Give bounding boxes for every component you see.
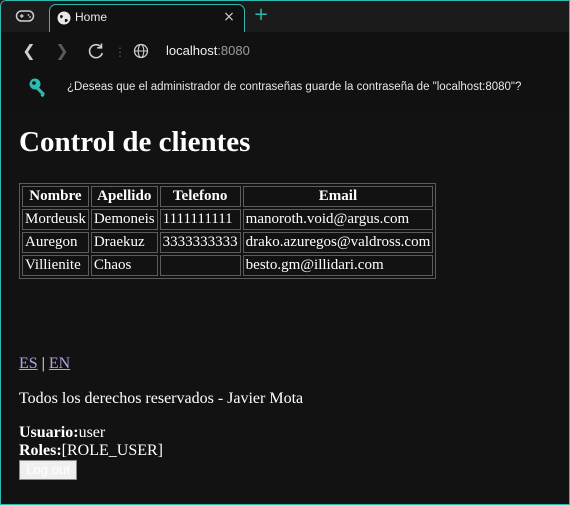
lang-separator: |: [37, 355, 49, 372]
site-info-icon[interactable]: [133, 43, 149, 59]
cell-apellido: Draekuz: [90, 232, 158, 253]
cell-apellido: Demoneis: [90, 209, 158, 230]
table-header-row: Nombre Apellido Telefono Email: [22, 186, 434, 207]
cell-telefono: 1111111111: [159, 209, 241, 230]
roles-value: [ROLE_USER]: [61, 442, 163, 459]
header-telefono: Telefono: [159, 186, 241, 207]
cell-email: drako.azuregos@valdross.com: [242, 232, 434, 253]
cell-apellido: Chaos: [90, 255, 158, 276]
roles-label: Roles:: [19, 442, 62, 459]
user-info: Usuario:user Roles:[ROLE_USER]: [19, 424, 163, 460]
cell-email: manoroth.void@argus.com: [242, 209, 434, 230]
page-title: Control de clientes: [19, 126, 251, 158]
user-label: Usuario:: [19, 424, 79, 441]
header-nombre: Nombre: [22, 186, 89, 207]
close-tab-icon[interactable]: ×: [221, 9, 237, 25]
cell-telefono: [159, 255, 241, 276]
cell-nombre: Mordeusk: [22, 209, 89, 230]
new-tab-button[interactable]: +: [251, 5, 271, 25]
header-email: Email: [242, 186, 434, 207]
language-switcher: ES | EN: [19, 355, 70, 373]
clients-table: Nombre Apellido Telefono Email Mordeusk …: [19, 183, 437, 279]
cell-telefono: 3333333333: [159, 232, 241, 253]
globe-icon: [57, 11, 71, 25]
lang-es-link[interactable]: ES: [19, 355, 38, 372]
address-bar[interactable]: localhost:8080: [166, 43, 250, 58]
url-port: :8080: [217, 43, 250, 58]
cell-nombre: Auregon: [22, 232, 89, 253]
gamepad-icon[interactable]: [15, 8, 35, 24]
table-row: Mordeusk Demoneis 1111111111 manoroth.vo…: [22, 209, 434, 230]
cell-nombre: Villienite: [22, 255, 89, 276]
key-icon: [29, 78, 46, 98]
table-row: Villienite Chaos besto.gm@illidari.com: [22, 255, 434, 276]
table-row: Auregon Draekuz 3333333333 drako.azurego…: [22, 232, 434, 253]
cell-email: besto.gm@illidari.com: [242, 255, 434, 276]
tab-home[interactable]: Home ×: [49, 4, 245, 32]
user-value: user: [78, 424, 106, 441]
toolbar-separator: ⋮: [114, 45, 126, 59]
reload-icon[interactable]: [86, 41, 106, 61]
back-icon[interactable]: ❮: [19, 41, 39, 61]
header-apellido: Apellido: [90, 186, 158, 207]
toolbar: ❮ ❯ ⋮ localhost:8080: [1, 32, 569, 70]
browser-window: Home × + ❮ ❯ ⋮ localhost:8080 ¿Deseas qu…: [0, 0, 570, 505]
footer-rights: Todos los derechos reservados - Javier M…: [19, 390, 304, 407]
logout-button[interactable]: Log out: [19, 460, 77, 480]
password-infobar: ¿Deseas que el administrador de contrase…: [1, 70, 569, 110]
infobar-text: ¿Deseas que el administrador de contrase…: [67, 81, 522, 93]
forward-icon[interactable]: ❯: [52, 41, 72, 61]
lang-en-link[interactable]: EN: [49, 355, 70, 372]
page-content: Control de clientes Nombre Apellido Tele…: [1, 110, 569, 504]
tab-strip: Home × +: [1, 1, 569, 32]
url-host: localhost: [166, 43, 218, 58]
tab-title: Home: [75, 10, 108, 24]
